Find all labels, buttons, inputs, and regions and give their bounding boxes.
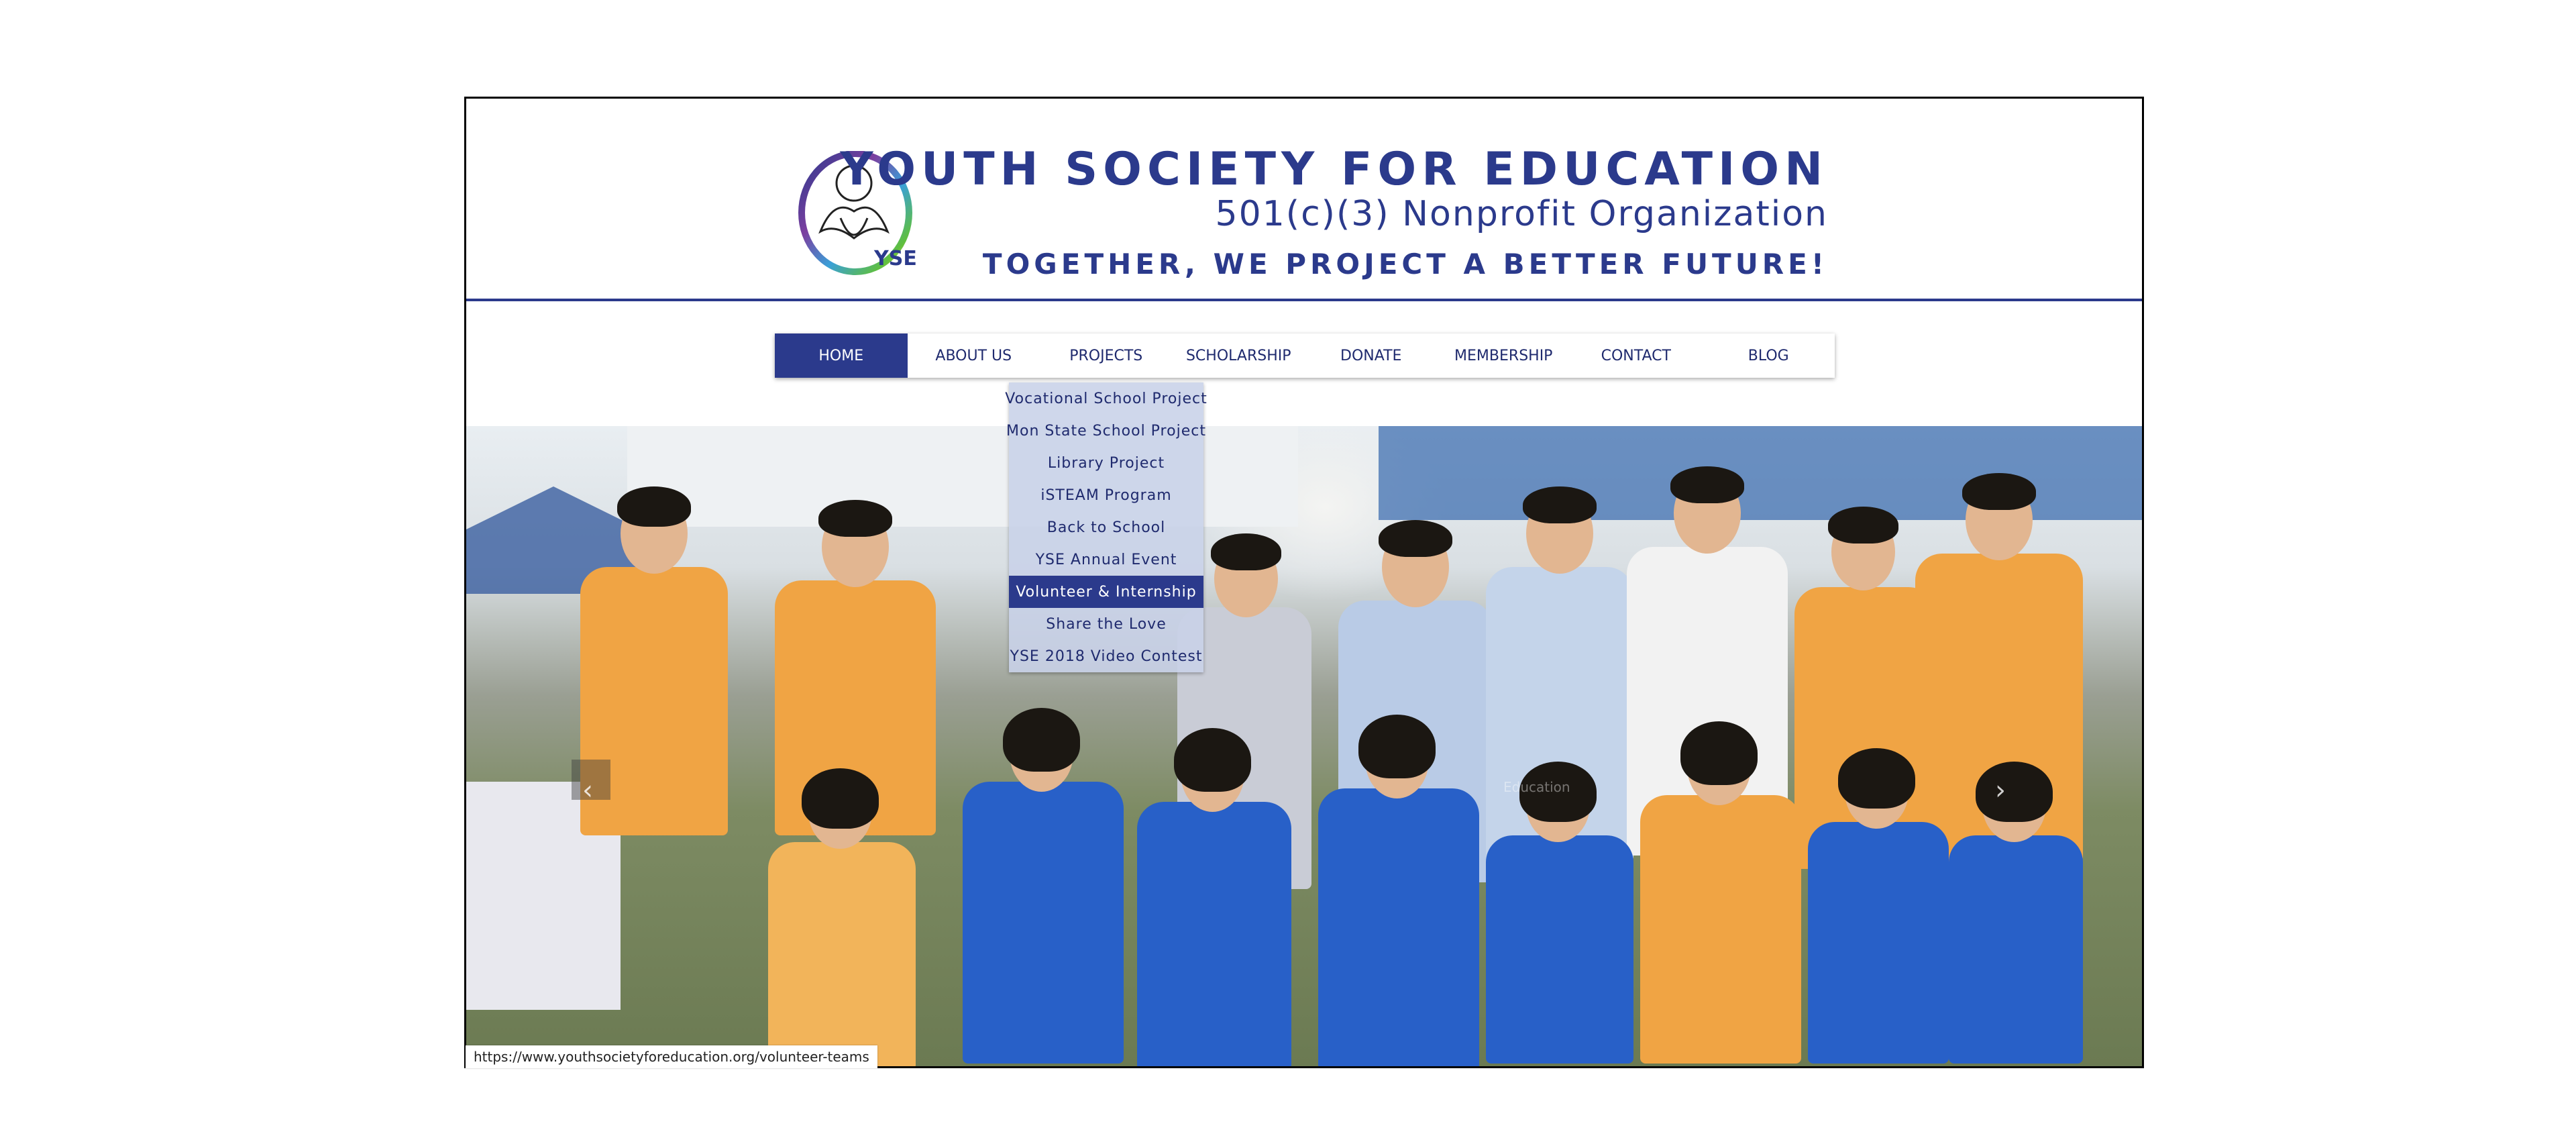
dropdown-item-share-the-love[interactable]: Share the Love	[1009, 608, 1203, 640]
page-frame: YSE YOUTH SOCIETY FOR EDUCATION 501(c)(3…	[464, 97, 2144, 1068]
logo-text: YSE	[873, 247, 917, 270]
hero-slideshow-image[interactable]	[466, 426, 2142, 1066]
chevron-left-icon[interactable]: ‹	[582, 775, 593, 806]
site-title: YOUTH SOCIETY FOR EDUCATION	[840, 143, 1828, 196]
main-nav: HOME ABOUT US PROJECTS SCHOLARSHIP DONAT…	[775, 333, 1835, 378]
nav-donate[interactable]: DONATE	[1305, 333, 1438, 378]
dropdown-item-vocational-school-project[interactable]: Vocational School Project	[1005, 382, 1206, 415]
nav-about-us[interactable]: ABOUT US	[908, 333, 1040, 378]
site-subtitle: 501(c)(3) Nonprofit Organization	[1215, 194, 1828, 234]
nav-home[interactable]: HOME	[775, 333, 908, 378]
nav-scholarship[interactable]: SCHOLARSHIP	[1173, 333, 1305, 378]
nav-membership[interactable]: MEMBERSHIP	[1438, 333, 1570, 378]
dropdown-item-isteam-program[interactable]: iSTEAM Program	[1009, 479, 1203, 511]
nav-blog[interactable]: BLOG	[1703, 333, 1835, 378]
site-header: YSE YOUTH SOCIETY FOR EDUCATION 501(c)(3…	[466, 99, 2142, 299]
dropdown-item-yse-annual-event[interactable]: YSE Annual Event	[1009, 544, 1203, 576]
header-divider	[466, 299, 2142, 301]
chevron-right-icon[interactable]: ›	[1995, 775, 2006, 806]
dropdown-item-yse-2018-video-contest[interactable]: YSE 2018 Video Contest	[1009, 640, 1203, 672]
dropdown-ghost-text: Education	[1503, 779, 1570, 795]
dropdown-item-volunteer-internship[interactable]: Volunteer & Internship	[1009, 576, 1203, 608]
dropdown-item-back-to-school[interactable]: Back to School	[1009, 511, 1203, 544]
dropdown-item-library-project[interactable]: Library Project	[1009, 447, 1203, 479]
projects-dropdown: Vocational School Project Mon State Scho…	[1005, 382, 1207, 672]
nav-projects[interactable]: PROJECTS	[1040, 333, 1173, 378]
site-tagline: TOGETHER, WE PROJECT A BETTER FUTURE!	[982, 248, 1828, 280]
nav-contact[interactable]: CONTACT	[1570, 333, 1703, 378]
dropdown-item-mon-state-school-project[interactable]: Mon State School Project	[1006, 415, 1205, 447]
status-bar-url: https://www.youthsocietyforeducation.org…	[466, 1045, 877, 1068]
